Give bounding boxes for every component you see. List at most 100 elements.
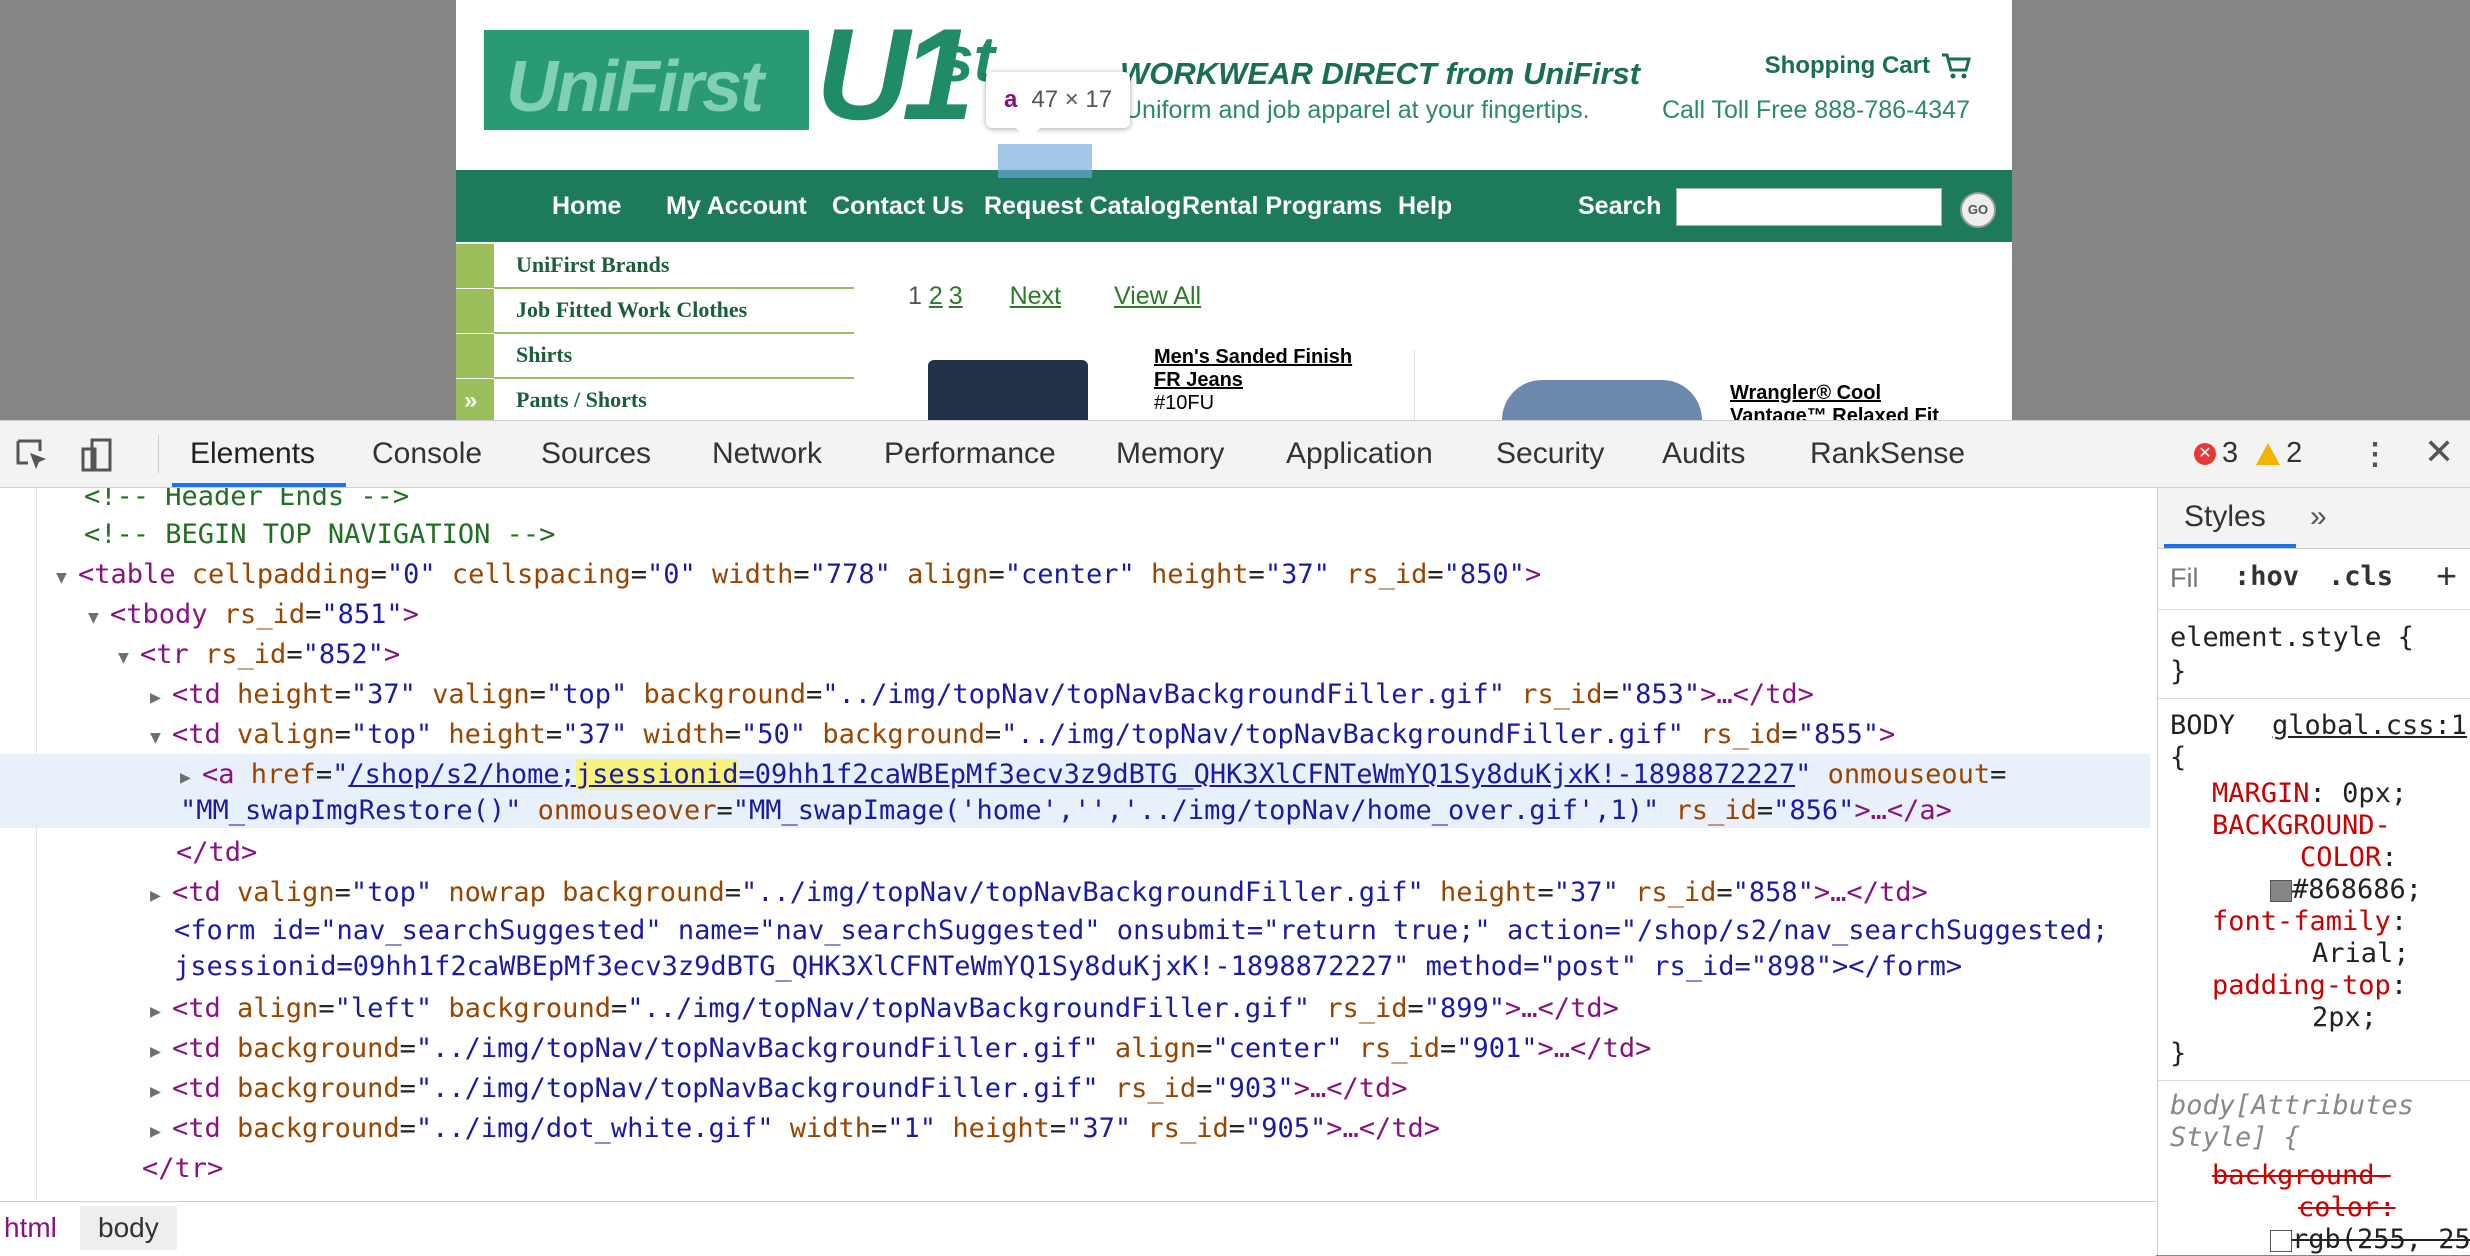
tab-console[interactable]: Console [372, 437, 482, 471]
dom-node-td-901[interactable]: ▶ <td background="../img/topNav/topNavBac… [150, 1030, 1651, 1068]
dom-node-td-899[interactable]: ▶ <td align="left" background="../img/top… [150, 990, 1619, 1028]
dom-node-table[interactable]: ▼ <table cellpadding="0" cellspacing="0" … [56, 556, 1541, 594]
attr-name: cellpadding [175, 559, 371, 590]
cls-toggle[interactable]: .cls [2328, 561, 2393, 592]
dom-node-a-continued[interactable]: "MM_swapImgRestore()" onmouseover="MM_sw… [180, 792, 1952, 830]
dom-node-form[interactable]: <form id="nav_searchSuggested" name="nav… [174, 912, 2108, 950]
dom-comment-begin-nav[interactable]: <!-- BEGIN TOP NAVIGATION --> [84, 516, 555, 554]
dom-node-td-853[interactable]: ▶ <td height="37" valign="top" background… [150, 676, 1814, 714]
attr-value: "1" [887, 1113, 937, 1144]
shopping-cart-link[interactable]: Shopping Cart [1765, 52, 1972, 80]
prop-background-color[interactable]: BACKGROUND- [2212, 810, 2391, 842]
prop-font-family[interactable]: font-family: [2212, 906, 2407, 938]
expand-arrow-icon[interactable]: ▼ [150, 719, 172, 757]
tab-security[interactable]: Security [1496, 437, 1604, 471]
prop-overridden-bg[interactable]: background- [2212, 1160, 2391, 1192]
tab-audits[interactable]: Audits [1662, 437, 1745, 471]
nav-contact-us[interactable]: Contact Us [832, 192, 964, 221]
sidebar-item-pants-shorts[interactable]: » Pants / Shorts [456, 379, 856, 420]
device-toolbar-icon[interactable] [80, 437, 116, 473]
element-style-rule[interactable]: element.style { [2170, 622, 2414, 654]
tab-ranksense[interactable]: RankSense [1810, 437, 1965, 471]
attr-value: "903" [1212, 1073, 1294, 1104]
attr-value: "37" [1066, 1113, 1132, 1144]
prop-background-color-value[interactable]: #868686; [2270, 874, 2422, 906]
dom-node-a-selected[interactable]: ▶ <a href="/shop/s2/home;jsessionid=09hh1… [180, 756, 2006, 794]
tab-sources[interactable]: Sources [541, 437, 651, 471]
comment-text: <!-- BEGIN TOP NAVIGATION --> [84, 519, 556, 550]
dom-node-tbody[interactable]: ▼ <tbody rs_id="851"> [88, 596, 419, 634]
prop-value: 0px; [2342, 778, 2408, 809]
view-all-link[interactable]: View All [1114, 282, 1201, 310]
next-page-link[interactable]: Next [1010, 282, 1061, 310]
dom-node-td-858[interactable]: ▶ <td valign="top" nowrap background="../… [150, 874, 1928, 912]
dom-node-td-855[interactable]: ▼ <td valign="top" height="37" width="50"… [150, 716, 1895, 754]
dom-close-td[interactable]: </td> [176, 834, 257, 872]
attr-value: "899" [1423, 993, 1506, 1024]
dom-comment-header-ends[interactable]: <!-- Header Ends --> [84, 488, 409, 516]
tag-name: <table [78, 559, 176, 590]
page-link-3[interactable]: 3 [949, 282, 963, 310]
color-swatch-icon[interactable] [2270, 1229, 2292, 1252]
nav-help[interactable]: Help [1398, 192, 1452, 221]
issue-counts[interactable]: ✕ 3 2 [2194, 437, 2302, 470]
expand-arrow-icon[interactable]: ▶ [150, 1033, 172, 1071]
expand-arrow-icon[interactable]: ▼ [56, 559, 78, 597]
dom-close-tr[interactable]: </tr> [142, 1150, 223, 1188]
tab-network[interactable]: Network [712, 437, 822, 471]
expand-arrow-icon[interactable]: ▶ [150, 1073, 172, 1111]
close-devtools-icon[interactable]: ✕ [2424, 431, 2454, 473]
product-image-shirt[interactable] [1502, 380, 1702, 420]
expand-arrow-icon[interactable]: ▼ [88, 599, 110, 637]
inspect-element-icon[interactable] [14, 437, 50, 473]
nav-rental-programs[interactable]: Rental Programs [1182, 192, 1382, 221]
tab-performance[interactable]: Performance [884, 437, 1056, 471]
prop-padding-top[interactable]: padding-top: [2212, 970, 2407, 1002]
expand-arrow-icon[interactable]: ▶ [150, 1113, 172, 1151]
add-rule-icon[interactable]: + [2436, 555, 2457, 597]
more-options-icon[interactable]: ⋮ [2360, 437, 2390, 472]
expand-arrow-icon[interactable]: ▼ [118, 639, 140, 677]
tab-elements[interactable]: Elements [190, 437, 315, 471]
toolbar-separator [158, 435, 159, 473]
more-tabs-icon[interactable]: » [2310, 500, 2327, 534]
dom-node-td-905[interactable]: ▶ <td background="../img/dot_white.gif" w… [150, 1110, 1440, 1148]
tab-application[interactable]: Application [1286, 437, 1433, 471]
product-title-jeans[interactable]: Men's Sanded Finish FR Jeans #10FU [1154, 346, 1352, 415]
sidebar-item-shirts[interactable]: Shirts [456, 334, 856, 379]
search-input[interactable] [1676, 188, 1942, 226]
page-link-2[interactable]: 2 [929, 282, 943, 310]
expand-arrow-icon[interactable]: ▶ [150, 993, 172, 1031]
attr-value: "851" [321, 599, 403, 630]
body-rule-source[interactable]: global.css:1 [2272, 710, 2467, 742]
nav-home[interactable]: Home [552, 192, 621, 221]
href-link[interactable]: /shop/s2/home;jsessionid=09hh1f2caWBEpMf… [348, 759, 1795, 790]
tab-styles[interactable]: Styles [2184, 500, 2266, 534]
dom-node-tr[interactable]: ▼ <tr rs_id="852"> [118, 636, 400, 674]
hov-toggle[interactable]: :hov [2234, 561, 2299, 592]
breadcrumb-html[interactable]: html [4, 1212, 57, 1244]
attr-value: "858" [1732, 877, 1814, 908]
nav-my-account[interactable]: My Account [666, 192, 807, 221]
tab-memory[interactable]: Memory [1116, 437, 1224, 471]
dom-node-form-continued[interactable]: jsessionid=09hh1f2caWBEpMf3ecv3z9dBTG_QH… [174, 948, 1962, 986]
expand-arrow-icon[interactable]: ▶ [150, 679, 172, 717]
expand-arrow-icon[interactable]: ▶ [150, 877, 172, 915]
attr-equals: = [806, 679, 823, 710]
attr-style-rule[interactable]: body[Attributes [2170, 1090, 2414, 1122]
dom-node-td-903[interactable]: ▶ <td background="../img/topNav/topNavBac… [150, 1070, 1407, 1108]
product-title-wrangler[interactable]: Wrangler® Cool Vantage™ Relaxed Fit [1730, 382, 1939, 420]
styles-filter-input[interactable]: Fil [2170, 563, 2199, 594]
search-go-button[interactable]: GO [1960, 192, 1996, 228]
styles-filter-row: Fil :hov .cls + [2158, 549, 2470, 610]
sidebar-item-job-fitted[interactable]: Job Fitted Work Clothes [456, 289, 856, 334]
breadcrumb-body[interactable]: body [80, 1206, 177, 1250]
body-rule-selector[interactable]: BODY [2170, 710, 2235, 742]
attr-value: "center" [1004, 559, 1135, 590]
sidebar-item-unifirst-brands[interactable]: UniFirst Brands [456, 244, 856, 289]
attr-value: "855" [1797, 719, 1879, 750]
nav-request-catalog[interactable]: Request Catalog [984, 192, 1181, 221]
color-swatch-icon[interactable] [2270, 879, 2292, 902]
prop-margin[interactable]: MARGIN: 0px; [2212, 778, 2407, 810]
product-image-jeans[interactable] [928, 360, 1088, 420]
